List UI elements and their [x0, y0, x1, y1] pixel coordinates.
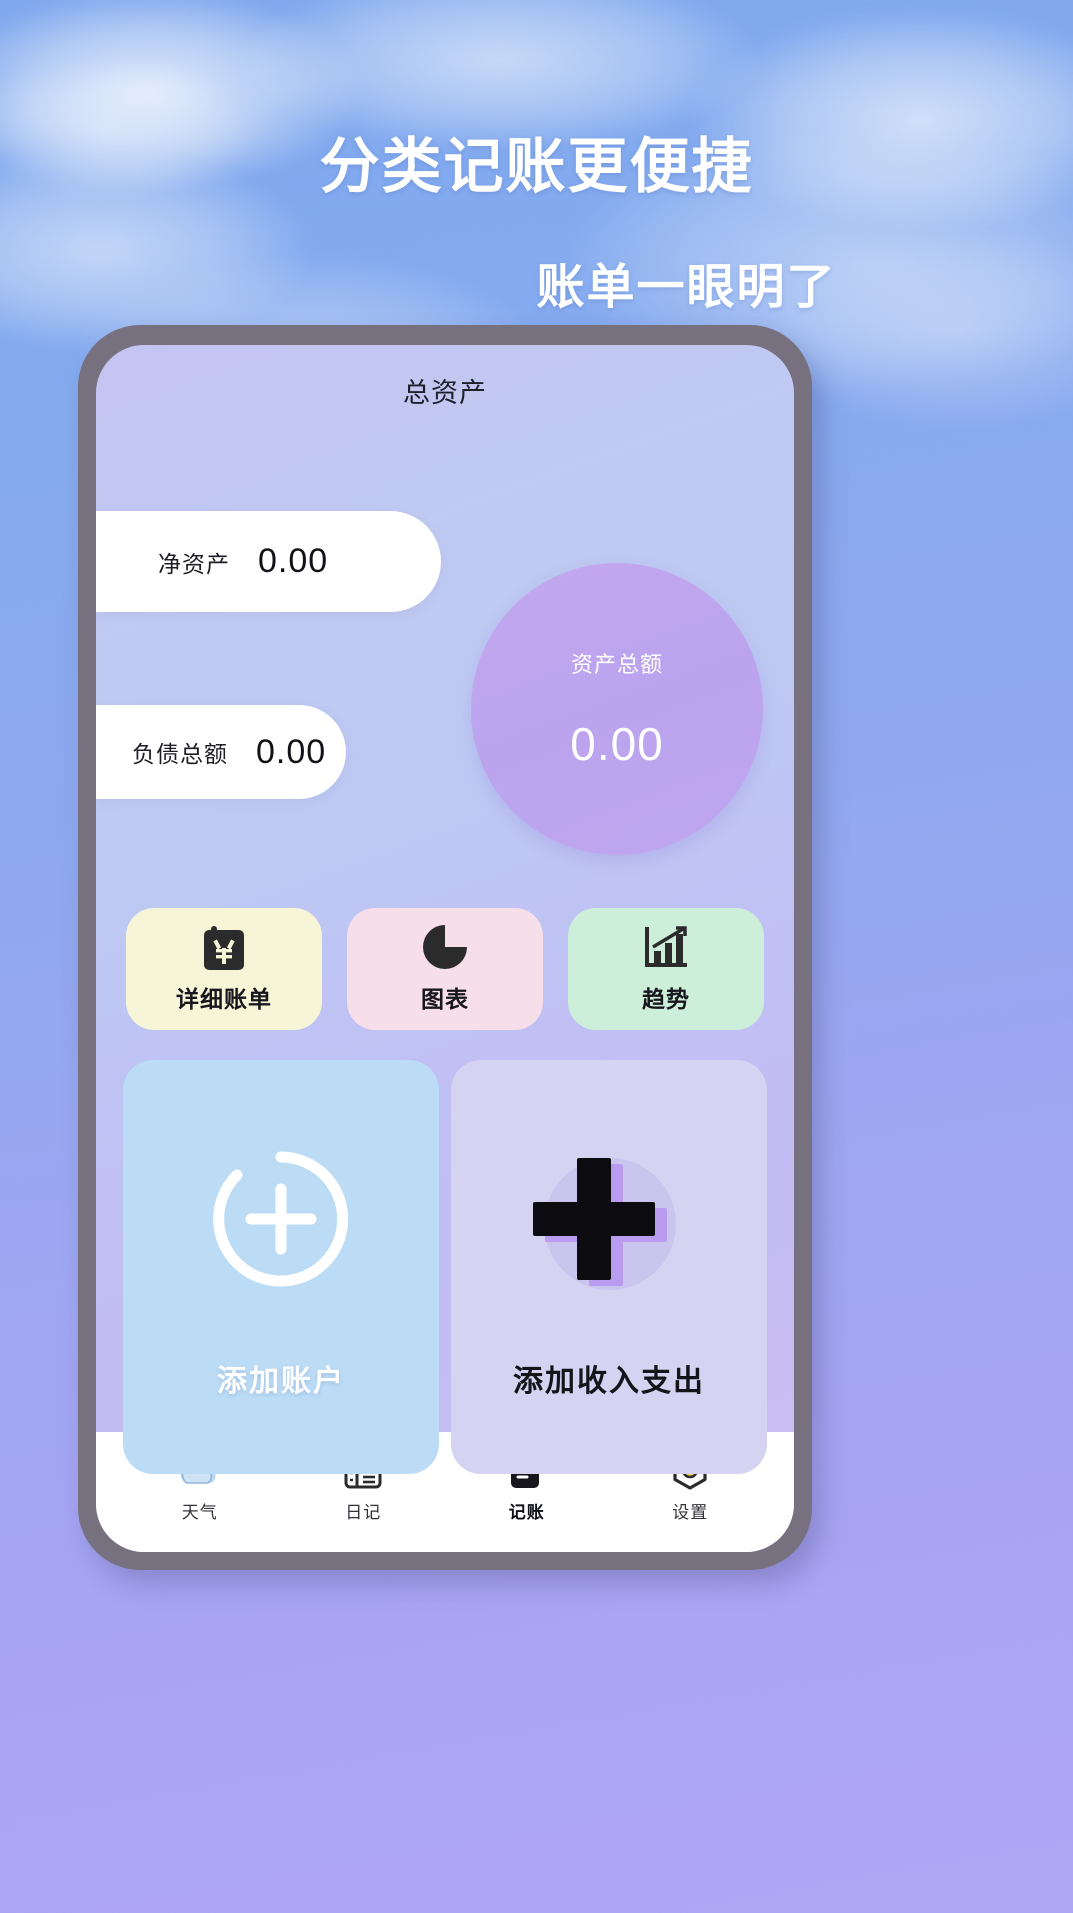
- total-assets-value: 0.00: [570, 718, 664, 770]
- cloud-decoration: [690, 10, 1073, 230]
- cloud-decoration: [240, 0, 760, 150]
- big-actions-row: 添加账户 添加收入支出: [123, 1060, 767, 1474]
- quick-action-charts[interactable]: 图表: [347, 908, 543, 1030]
- nav-label: 记账: [508, 1503, 545, 1522]
- total-liabilities-card[interactable]: 负债总额 0.00: [96, 705, 346, 799]
- nav-label: 天气: [181, 1503, 218, 1522]
- quick-action-label: 趋势: [642, 987, 690, 1013]
- net-assets-card[interactable]: 净资产 0.00: [96, 511, 441, 612]
- quick-action-trend[interactable]: 趋势: [568, 908, 764, 1030]
- headline-line-2: 账单一眼明了: [536, 259, 837, 315]
- page-title: 总资产: [403, 378, 487, 408]
- net-assets-label: 净资产: [158, 550, 230, 577]
- phone-mockup: 总资产 资产总额 0.00 净资产 0.00 负债总额 0.00 详细账单 图表…: [78, 325, 812, 1570]
- add-income-expense-label: 添加收入支出: [513, 1364, 705, 1399]
- nav-label: 设置: [672, 1503, 709, 1522]
- add-income-expense-card[interactable]: 添加收入支出: [451, 1060, 767, 1474]
- screen-content: 资产总额 0.00 净资产 0.00 负债总额 0.00 详细账单 图表 趋势 …: [96, 410, 794, 1474]
- total-liabilities-value: 0.00: [256, 732, 327, 771]
- clipboard-yen-icon: [202, 924, 246, 970]
- plus-circle-outline-icon: [123, 1144, 439, 1294]
- add-account-label: 添加账户: [217, 1364, 345, 1399]
- total-assets-label: 资产总额: [570, 652, 663, 677]
- promo-headline: 分类记账更便捷 账单一眼明了: [0, 118, 1073, 317]
- add-account-card[interactable]: 添加账户: [123, 1060, 439, 1474]
- quick-action-label: 图表: [421, 987, 469, 1013]
- total-liabilities-label: 负债总额: [132, 741, 228, 767]
- headline-line-1: 分类记账更便捷: [319, 132, 754, 202]
- quick-action-detailed-bill[interactable]: 详细账单: [126, 908, 322, 1030]
- nav-label: 日记: [345, 1503, 382, 1522]
- net-assets-value: 0.00: [258, 542, 329, 580]
- phone-screen: 总资产 资产总额 0.00 净资产 0.00 负债总额 0.00 详细账单 图表…: [96, 345, 794, 1552]
- cloud-decoration: [0, 60, 260, 200]
- quick-actions-row: 详细账单 图表 趋势: [126, 908, 764, 1030]
- cloud-decoration: [0, 150, 310, 350]
- total-assets-circle[interactable]: 资产总额 0.00: [471, 563, 763, 855]
- plus-bold-icon: [451, 1144, 767, 1314]
- cloud-decoration: [0, 0, 360, 190]
- quick-action-label: 详细账单: [176, 987, 272, 1013]
- bar-chart-trend-icon: [642, 924, 690, 970]
- pie-chart-icon: [422, 924, 468, 970]
